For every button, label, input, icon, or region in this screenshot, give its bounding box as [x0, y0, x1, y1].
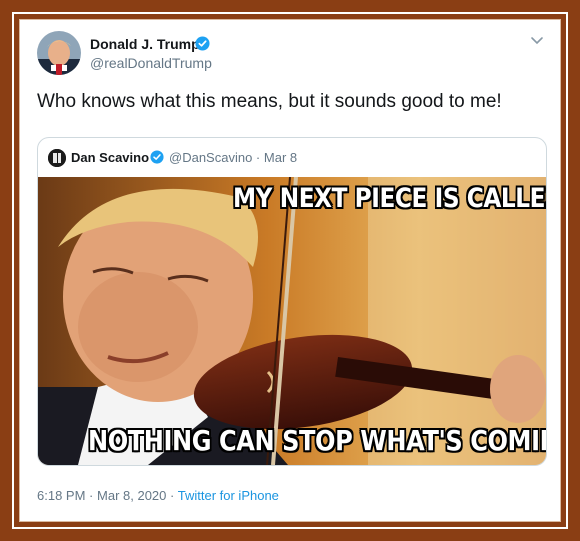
- tweet-date[interactable]: Mar 8, 2020: [97, 488, 166, 503]
- tweet-source-link[interactable]: Twitter for iPhone: [178, 488, 279, 503]
- quoted-date: Mar 8: [263, 150, 298, 165]
- tweet-text: Who knows what this means, but it sounds…: [37, 91, 502, 112]
- quoted-author-meta[interactable]: @DanScavino · Mar 8: [169, 150, 297, 165]
- quoted-author-handle: @DanScavino: [169, 150, 253, 165]
- quoted-author-avatar: [48, 149, 66, 167]
- author-name[interactable]: Donald J. Trump: [90, 36, 200, 52]
- author-handle[interactable]: @realDonaldTrump: [90, 55, 212, 71]
- tweet-footer: 6:18 PM · Mar 8, 2020 · Twitter for iPho…: [37, 488, 279, 503]
- quoted-tweet[interactable]: Dan Scavino @DanScavino · Mar 8 MY NEXT …: [37, 137, 547, 466]
- meme-caption-bottom: NOTHING CAN STOP WHAT'S COMING: [88, 424, 547, 457]
- verified-badge-icon: [195, 36, 210, 51]
- meme-caption-top: MY NEXT PIECE IS CALLED: [233, 183, 547, 214]
- footer-separator: ·: [170, 488, 175, 503]
- footer-separator: ·: [89, 488, 94, 503]
- author-avatar[interactable]: [37, 31, 81, 75]
- chevron-down-icon[interactable]: [530, 36, 544, 46]
- quoted-author-name[interactable]: Dan Scavino: [71, 150, 149, 165]
- tweet-time[interactable]: 6:18 PM: [37, 488, 85, 503]
- quoted-separator: ·: [255, 150, 261, 165]
- meme-image[interactable]: MY NEXT PIECE IS CALLED NOTHING CAN STOP…: [38, 176, 547, 465]
- verified-badge-icon: [150, 150, 164, 164]
